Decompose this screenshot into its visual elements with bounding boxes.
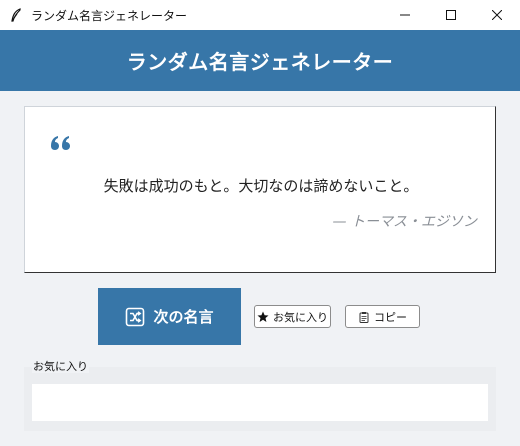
maximize-icon (446, 10, 456, 20)
quote-mark-icon (50, 134, 72, 152)
favorites-label: お気に入り (32, 360, 89, 373)
copy-button[interactable]: コピー (345, 305, 420, 328)
add-favorite-button[interactable]: お気に入り (254, 305, 331, 328)
close-icon (492, 10, 502, 20)
quote-author: — トーマス・エジソン (332, 214, 477, 230)
app-body: ランダム名言ジェネレーター 失敗は成功のもと。大切なのは諦めないこと。 — トー… (0, 30, 520, 446)
favorites-list[interactable] (32, 384, 488, 421)
star-icon (257, 311, 269, 323)
close-button[interactable] (474, 0, 520, 30)
window-controls (382, 0, 520, 30)
app-header: ランダム名言ジェネレーター (0, 30, 520, 91)
add-favorite-label: お気に入り (273, 311, 328, 324)
title-bar: ランダム名言ジェネレーター (0, 0, 520, 30)
clipboard-icon (358, 311, 370, 323)
window-title: ランダム名言ジェネレーター (31, 8, 188, 23)
minimize-icon (400, 14, 410, 16)
quote-text: 失敗は成功のもと。大切なのは諦めないこと。 (103, 177, 419, 195)
copy-label: コピー (374, 311, 407, 324)
next-quote-button[interactable]: 次の名言 (98, 288, 241, 345)
feather-icon (9, 8, 23, 22)
shuffle-icon (125, 307, 145, 327)
favorites-section: お気に入り (24, 361, 496, 431)
minimize-button[interactable] (382, 0, 428, 30)
app-title: ランダム名言ジェネレーター (126, 50, 394, 74)
next-quote-label: 次の名言 (153, 309, 214, 326)
quote-card: 失敗は成功のもと。大切なのは諦めないこと。 — トーマス・エジソン (24, 106, 496, 273)
maximize-button[interactable] (428, 0, 474, 30)
